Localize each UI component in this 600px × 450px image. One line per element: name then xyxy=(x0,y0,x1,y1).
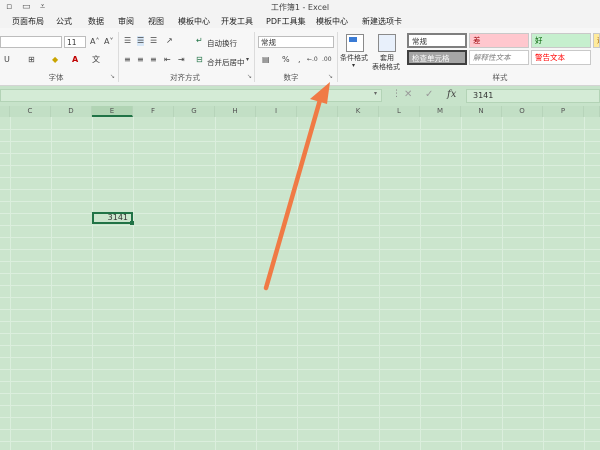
annotation-arrow xyxy=(263,82,330,291)
arrow-shaft xyxy=(263,97,323,291)
arrow-head xyxy=(310,82,330,104)
